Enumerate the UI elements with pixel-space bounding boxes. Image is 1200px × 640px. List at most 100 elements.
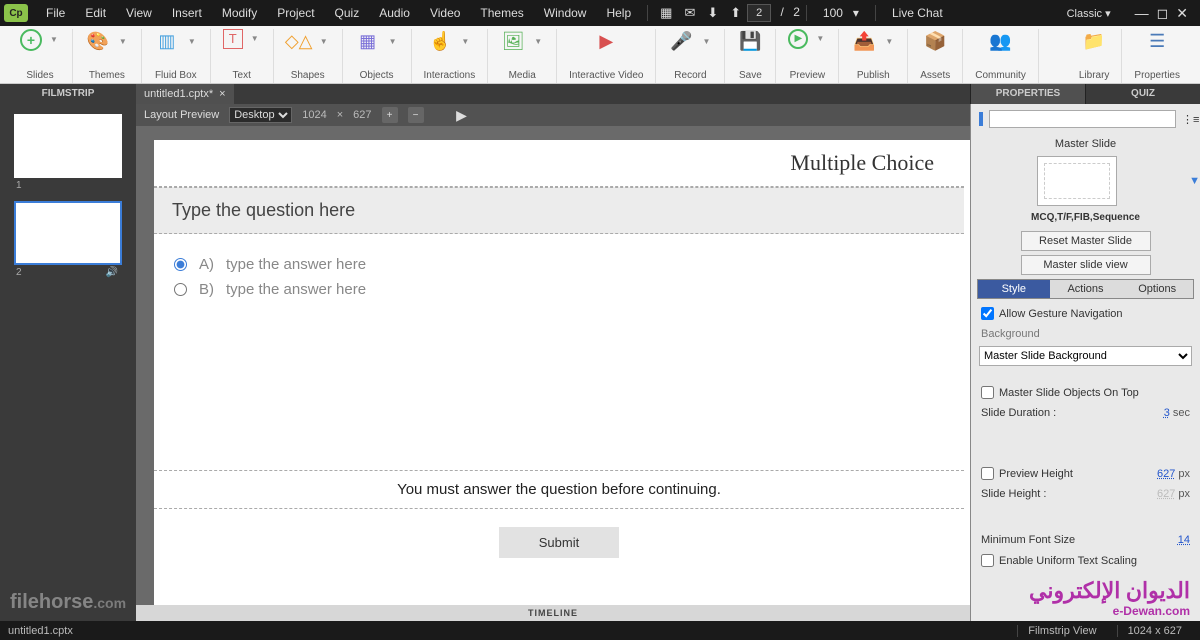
ruler-vertical bbox=[136, 126, 154, 605]
device-select[interactable]: Desktop bbox=[229, 107, 292, 123]
community-icon[interactable]: 👥 bbox=[988, 29, 1014, 55]
name-input[interactable] bbox=[989, 110, 1176, 128]
object-type-icon bbox=[979, 112, 983, 126]
minimize-icon[interactable]: — bbox=[1135, 5, 1149, 22]
zoom-value[interactable]: 100 ▾ bbox=[813, 2, 869, 24]
master-thumb[interactable] bbox=[1037, 156, 1117, 206]
workspace-switcher[interactable]: Classic ▾ bbox=[1057, 5, 1121, 22]
timeline-tab[interactable]: TIMELINE bbox=[136, 605, 970, 621]
maximize-icon[interactable]: ◻ bbox=[1157, 5, 1169, 22]
master-view-button[interactable]: Master slide view bbox=[1021, 255, 1151, 275]
menu-themes[interactable]: Themes bbox=[470, 2, 533, 24]
menu-edit[interactable]: Edit bbox=[75, 2, 116, 24]
subtab-style[interactable]: Style bbox=[978, 280, 1050, 298]
ribbon-community: Community bbox=[975, 70, 1026, 83]
remove-breakpoint-icon[interactable]: − bbox=[408, 107, 424, 123]
menu-video[interactable]: Video bbox=[420, 2, 470, 24]
chevron-down-icon[interactable]: ▼ bbox=[1189, 175, 1200, 187]
reset-master-button[interactable]: Reset Master Slide bbox=[1021, 231, 1151, 251]
close-icon[interactable]: ✕ bbox=[1176, 5, 1188, 22]
feedback-text[interactable]: You must answer the question before cont… bbox=[154, 470, 964, 509]
preview-icon[interactable]: ▶ bbox=[788, 29, 808, 49]
ivideo-icon[interactable]: ▶ bbox=[593, 29, 619, 55]
save-icon[interactable]: 💾 bbox=[737, 29, 763, 55]
canvas-area: Layout Preview Desktop 1024 × 627 + − ▶ … bbox=[136, 104, 970, 621]
layout-preview-label: Layout Preview bbox=[144, 109, 219, 121]
text-icon[interactable]: T bbox=[223, 29, 243, 49]
themes-icon[interactable]: 🎨 bbox=[85, 29, 111, 55]
add-breakpoint-icon[interactable]: + bbox=[382, 107, 398, 123]
menu-modify[interactable]: Modify bbox=[212, 2, 267, 24]
ribbon-interactions: Interactions bbox=[424, 70, 476, 83]
slide-height-label: Slide Height : bbox=[981, 488, 1046, 500]
upload-icon[interactable]: ⬆ bbox=[724, 5, 747, 21]
ribbon-shapes: Shapes bbox=[291, 70, 325, 83]
tab-properties[interactable]: PROPERTIES bbox=[970, 84, 1085, 104]
menu-window[interactable]: Window bbox=[534, 2, 597, 24]
interactions-icon[interactable]: ☝ bbox=[427, 29, 453, 55]
download-icon[interactable]: ⬇ bbox=[701, 5, 724, 21]
tab-quiz[interactable]: QUIZ bbox=[1085, 84, 1200, 104]
thumb-number: 1 bbox=[14, 178, 122, 195]
assets-icon[interactable]: 📦 bbox=[922, 29, 948, 55]
properties-icon[interactable]: ☰ bbox=[1144, 29, 1170, 55]
preview-height-checkbox[interactable] bbox=[981, 467, 994, 480]
mail-icon[interactable]: ✉ bbox=[678, 5, 701, 21]
menu-audio[interactable]: Audio bbox=[369, 2, 420, 24]
ribbon-library: Library bbox=[1079, 70, 1110, 83]
menu-project[interactable]: Project bbox=[267, 2, 324, 24]
ribbon-assets: Assets bbox=[920, 70, 950, 83]
ribbon-ivideo: Interactive Video bbox=[569, 70, 643, 83]
menu-quiz[interactable]: Quiz bbox=[325, 2, 370, 24]
background-select[interactable]: Master Slide Background bbox=[979, 346, 1192, 366]
menu-icon[interactable]: ⋮≡ bbox=[1182, 113, 1199, 126]
live-chat[interactable]: Live Chat bbox=[882, 2, 953, 24]
status-bar: untitled1.cptx Filmstrip View 1024 x 627 bbox=[0, 621, 1200, 640]
record-icon[interactable]: 🎤 bbox=[668, 29, 694, 55]
canvas-toolbar: Layout Preview Desktop 1024 × 627 + − ▶ bbox=[136, 104, 970, 126]
question-prompt[interactable]: Type the question here bbox=[154, 187, 964, 234]
canvas-width: 1024 bbox=[302, 109, 326, 121]
chevron-down-icon[interactable]: ▼ bbox=[48, 35, 60, 44]
min-font-value[interactable]: 14 bbox=[1178, 534, 1190, 546]
submit-button[interactable]: Submit bbox=[499, 527, 619, 558]
subtab-options[interactable]: Options bbox=[1121, 280, 1193, 298]
objects-icon[interactable]: ▦ bbox=[355, 29, 381, 55]
answer-radio-b[interactable] bbox=[174, 283, 187, 296]
answer-row[interactable]: B)type the answer here bbox=[174, 277, 944, 302]
menu-view[interactable]: View bbox=[116, 2, 162, 24]
library-icon[interactable]: 📁 bbox=[1081, 29, 1107, 55]
slide-thumb-1[interactable] bbox=[14, 114, 122, 178]
master-name: MCQ,T/F,FIB,Sequence bbox=[971, 208, 1200, 227]
uniform-scaling-checkbox[interactable] bbox=[981, 554, 994, 567]
objects-on-top-checkbox[interactable] bbox=[981, 386, 994, 399]
fluidbox-icon[interactable]: ▥ bbox=[154, 29, 180, 55]
menu-file[interactable]: File bbox=[36, 2, 75, 24]
duration-value[interactable]: 3 bbox=[1164, 407, 1170, 419]
status-dims: 1024 x 627 bbox=[1117, 625, 1192, 637]
slide-thumb-2[interactable] bbox=[14, 201, 122, 265]
menu-insert[interactable]: Insert bbox=[162, 2, 212, 24]
slide-canvas[interactable]: Multiple Choice Type the question here A… bbox=[154, 140, 964, 605]
shapes-icon[interactable]: ◇△ bbox=[286, 29, 312, 55]
add-slide-icon[interactable]: + bbox=[20, 29, 42, 51]
media-icon[interactable]: 🖼 bbox=[500, 29, 526, 55]
ribbon-save: Save bbox=[739, 70, 762, 83]
page-current-input[interactable] bbox=[747, 4, 771, 22]
quiz-title[interactable]: Multiple Choice bbox=[154, 140, 964, 187]
subtab-actions[interactable]: Actions bbox=[1050, 280, 1122, 298]
answer-radio-a[interactable] bbox=[174, 258, 187, 271]
play-icon[interactable]: ▶ bbox=[454, 107, 470, 123]
gesture-checkbox[interactable] bbox=[981, 307, 994, 320]
close-tab-icon[interactable]: × bbox=[219, 84, 225, 104]
page-total: 2 bbox=[793, 5, 800, 19]
publish-icon[interactable]: 📤 bbox=[851, 29, 877, 55]
preview-height-value[interactable]: 627 bbox=[1157, 468, 1175, 480]
page-sep: / bbox=[775, 5, 790, 19]
layout-icon[interactable]: ▦ bbox=[654, 5, 678, 21]
filmstrip-panel: 1 2🔊 bbox=[0, 104, 136, 621]
menu-help[interactable]: Help bbox=[596, 2, 641, 24]
min-font-label: Minimum Font Size bbox=[981, 534, 1075, 546]
answer-row[interactable]: A)type the answer here bbox=[174, 252, 944, 277]
document-tab[interactable]: untitled1.cptx*× bbox=[136, 84, 234, 104]
